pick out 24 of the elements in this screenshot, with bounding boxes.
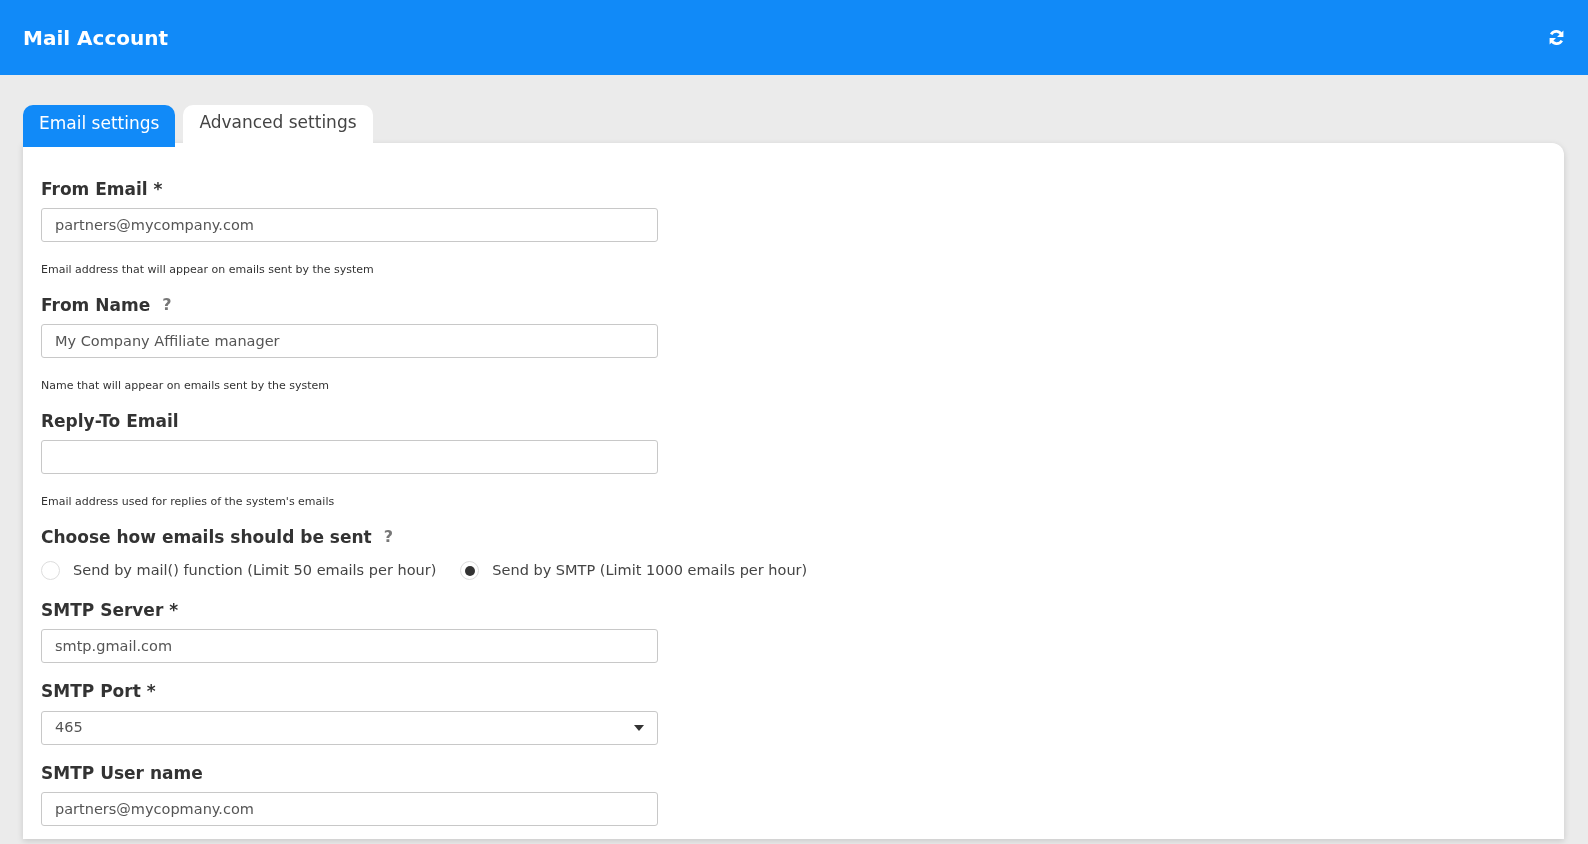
tab[interactable]: Advanced settings [183, 105, 373, 143]
input-field[interactable]: My Company Affiliate manager [41, 324, 658, 358]
help-icon[interactable]: ? [383, 525, 393, 550]
caret-icon [634, 724, 644, 731]
help-icon[interactable]: ? [162, 293, 172, 318]
field-label: From Name [41, 293, 151, 317]
radio-label[interactable]: Send by mail() function (Limit 50 emails per hour) [73, 560, 437, 582]
field-label: SMTP Port * [41, 680, 156, 704]
input-field[interactable]: smtp.gmail.com [41, 629, 658, 664]
field-label: SMTP Server * [41, 598, 179, 622]
input-field[interactable] [41, 440, 658, 474]
page-title: Mail Account [23, 24, 169, 52]
field-label: SMTP User name [41, 761, 203, 785]
refresh-icon[interactable] [1548, 29, 1565, 46]
field-label: From Email * [41, 177, 163, 201]
input-field[interactable]: partners@mycompany.com [41, 208, 658, 242]
help-text: Email address used for replies of the system's emails [41, 494, 336, 510]
field-label: Choose how emails should be sent [41, 525, 372, 549]
radio-label[interactable]: Send by SMTP (Limit 1000 emails per hour) [492, 560, 808, 582]
dropdown[interactable]: 465 [41, 710, 658, 745]
help-text: Name that will appear on emails sent by the system [41, 378, 331, 394]
field-label: Reply-To Email [41, 409, 179, 433]
help-text: Email address that will appear on emails sent by the system [41, 262, 375, 278]
input-field[interactable]: partners@mycopmany.com [41, 792, 658, 827]
